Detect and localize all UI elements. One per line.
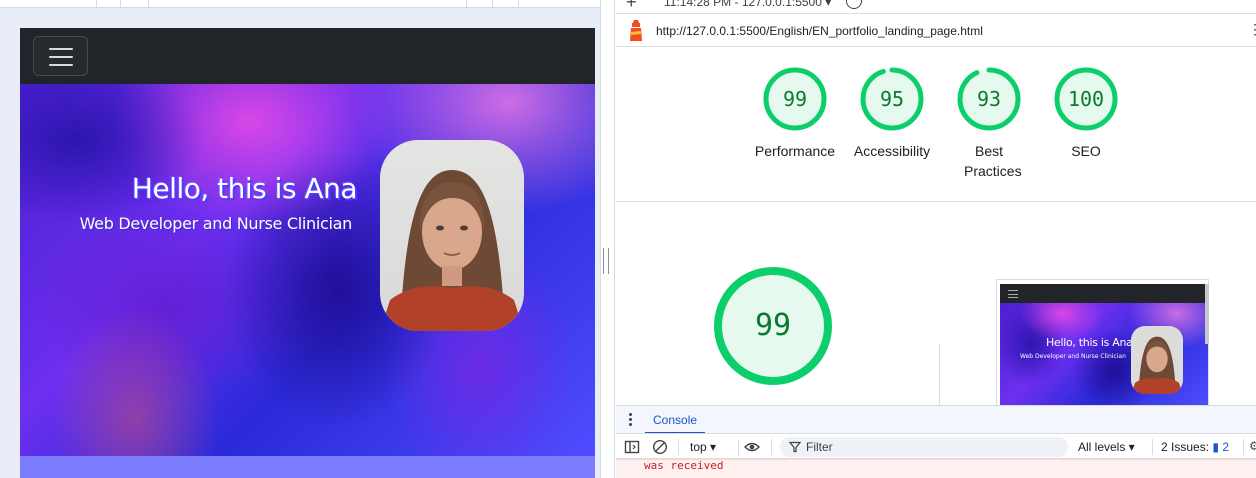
accessibility-label: Accessibility	[853, 143, 931, 159]
accessibility-gauge[interactable]: 95	[859, 66, 925, 132]
console-message-text: was received	[644, 459, 724, 472]
thumb-scrollbar	[1205, 284, 1209, 344]
site-navbar	[20, 28, 595, 84]
live-expression-eye-icon[interactable]	[744, 439, 760, 455]
best-practices-gauge[interactable]: 93	[956, 66, 1022, 132]
performance-gauge[interactable]: 99	[762, 66, 828, 132]
issues-message-icon: ▮	[1212, 440, 1219, 454]
page-preview: Hello, this is Ana Web Developer and Nur…	[0, 0, 600, 478]
vertical-divider	[939, 344, 940, 406]
hero-title: Hello, this is Ana	[131, 172, 358, 205]
clear-reports-icon[interactable]	[846, 0, 862, 9]
performance-score: 99	[782, 87, 808, 111]
report-url[interactable]: http://127.0.0.1:5500/English/EN_portfol…	[656, 24, 983, 38]
filter-placeholder: Filter	[806, 440, 833, 454]
issues-label: 2 Issues:	[1161, 440, 1210, 454]
issues-count: 2	[1222, 440, 1230, 454]
more-options-icon[interactable]: ⋮	[1248, 21, 1256, 38]
drawer-menu-icon[interactable]	[627, 411, 635, 427]
report-url-bar: http://127.0.0.1:5500/English/EN_portfol…	[616, 15, 1256, 47]
performance-label: Performance	[754, 143, 836, 159]
thumb-profile-photo	[1131, 326, 1183, 394]
drawer-tabbar: Console	[616, 405, 1256, 434]
profile-photo	[380, 140, 524, 331]
menu-toggle-button[interactable]	[33, 36, 88, 76]
hero-section: Hello, this is Ana Web Developer and Nur…	[20, 84, 595, 456]
thumb-hero-title: Hello, this is Ana	[1046, 336, 1133, 349]
report-selector-bar: + 11:14:28 PM - 127.0.0.1:5500 ▾	[616, 0, 1256, 14]
filter-icon	[789, 441, 801, 453]
tab-console[interactable]: Console	[645, 406, 706, 434]
report-timestamp[interactable]: 11:14:28 PM - 127.0.0.1:5500 ▾	[664, 0, 831, 9]
splitter-handle-icon[interactable]	[603, 248, 609, 274]
devtools-panel: + 11:14:28 PM - 127.0.0.1:5500 ▾ http://…	[616, 0, 1256, 478]
seo-gauge[interactable]: 100	[1053, 66, 1119, 132]
next-section-strip	[20, 456, 595, 478]
sidebar-toggle-icon[interactable]	[624, 439, 640, 455]
accessibility-score: 95	[879, 87, 905, 111]
seo-score: 100	[1067, 87, 1105, 111]
portfolio-site: Hello, this is Ana Web Developer and Nur…	[20, 28, 595, 478]
seo-label: SEO	[1071, 143, 1101, 159]
filter-input[interactable]: Filter	[780, 437, 1068, 457]
clear-console-icon[interactable]	[652, 439, 668, 455]
best-practices-score: 93	[976, 87, 1002, 111]
panel-splitter[interactable]	[600, 0, 615, 478]
best-practices-label: Best Practices	[964, 143, 1022, 179]
section-divider	[616, 201, 1256, 202]
performance-main-score: 99	[754, 308, 792, 343]
performance-main-gauge: 99	[713, 266, 833, 386]
thumb-menu-icon	[1008, 290, 1018, 298]
new-report-icon[interactable]: +	[626, 0, 637, 13]
lighthouse-icon	[630, 20, 642, 41]
preview-toolbar-strip	[0, 0, 600, 8]
thumb-hero-subtitle: Web Developer and Nurse Clinician	[1020, 353, 1126, 360]
console-toolbar: top ▾ Filter All levels ▾ 2 Issues: ▮ 2 …	[616, 433, 1256, 459]
context-selector[interactable]: top ▾	[690, 440, 716, 454]
console-error-message: was received	[616, 459, 1256, 478]
final-screenshot-thumbnail[interactable]: Hello, this is Ana Web Developer and Nur…	[996, 279, 1209, 407]
issues-counter[interactable]: 2 Issues: ▮ 2	[1161, 440, 1229, 454]
hero-subtitle: Web Developer and Nurse Clinician	[79, 214, 353, 233]
console-settings-icon[interactable]: ⚙	[1249, 439, 1256, 453]
log-levels-dropdown[interactable]: All levels ▾	[1078, 440, 1135, 454]
